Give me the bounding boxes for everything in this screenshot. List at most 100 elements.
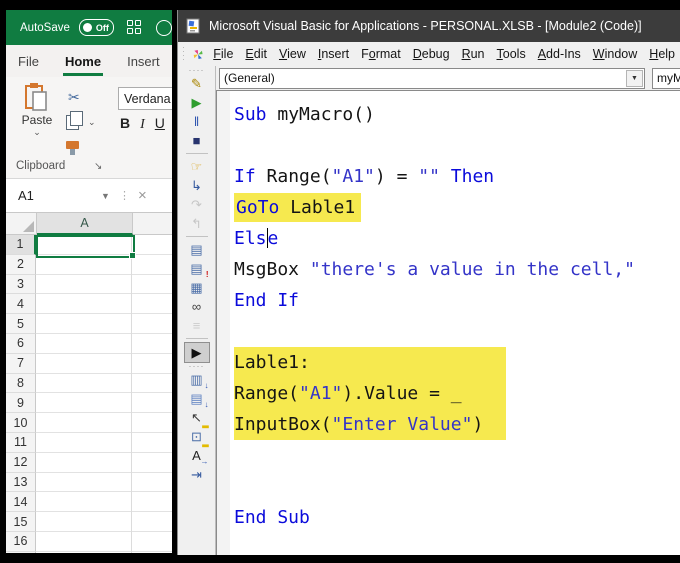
italic-button[interactable]: I xyxy=(140,117,145,133)
code-line[interactable]: End If xyxy=(234,285,680,316)
immediate-window-icon[interactable]: ▤! xyxy=(185,259,209,278)
menu-help[interactable]: Help xyxy=(643,45,680,63)
row-header-12[interactable]: 12 xyxy=(6,453,36,473)
code-line[interactable]: Range("A1").Value = _ xyxy=(234,378,680,409)
view-host-app-icon[interactable] xyxy=(193,47,203,62)
menu-tools[interactable]: Tools xyxy=(491,45,532,63)
grid-row[interactable] xyxy=(36,334,172,354)
toggle-breakpoint-icon[interactable]: ☞ xyxy=(185,157,209,176)
apps-grid-icon[interactable] xyxy=(127,20,141,35)
vba-titlebar[interactable]: Microsoft Visual Basic for Applications … xyxy=(178,10,680,42)
autosave-toggle[interactable]: Off xyxy=(79,19,114,36)
bold-button[interactable]: B xyxy=(120,115,130,131)
name-box-dropdown-icon[interactable]: ▼ xyxy=(101,191,110,201)
fill-handle[interactable] xyxy=(129,252,136,259)
underline-button[interactable]: U xyxy=(155,115,165,131)
watch-window-icon[interactable]: ▦ xyxy=(185,278,209,297)
code-line[interactable]: End Sub xyxy=(234,502,680,533)
row-header-6[interactable]: 6 xyxy=(6,334,36,354)
code-line[interactable] xyxy=(234,471,680,502)
grid-row[interactable] xyxy=(36,294,172,314)
code-line[interactable] xyxy=(234,440,680,471)
code-editor[interactable]: Sub myMacro() If Range("A1") = "" ThenGo… xyxy=(216,90,680,555)
menu-add-ins[interactable]: Add-Ins xyxy=(532,45,587,63)
tab-file[interactable]: File xyxy=(18,54,39,69)
dropdown-arrow-icon[interactable]: ▼ xyxy=(626,70,643,87)
project-explorer-icon[interactable]: ▥↓ xyxy=(185,370,209,389)
code-line[interactable]: Lable1: xyxy=(234,347,680,378)
grid-row[interactable] xyxy=(36,532,172,552)
code-editor-lines[interactable]: Sub myMacro() If Range("A1") = "" ThenGo… xyxy=(230,91,680,555)
menu-file[interactable]: File xyxy=(207,45,239,63)
row-header-4[interactable]: 4 xyxy=(6,294,36,314)
margin-indicator-bar[interactable] xyxy=(217,91,230,555)
divider-dots-icon[interactable]: ⋮ xyxy=(119,189,130,202)
menu-run[interactable]: Run xyxy=(456,45,491,63)
toolbar-options-icon[interactable]: ▶ xyxy=(184,342,210,363)
menu-view[interactable]: View xyxy=(273,45,312,63)
tab-home[interactable]: Home xyxy=(65,54,101,69)
indent-icon[interactable]: ⇥ xyxy=(185,465,209,484)
reset-icon[interactable]: ■ xyxy=(185,131,209,150)
break-icon[interactable]: ‖ xyxy=(185,112,209,131)
toolbar-grip-icon[interactable]: ···· xyxy=(189,363,205,370)
select-all-corner[interactable] xyxy=(6,213,37,235)
undo-icon[interactable] xyxy=(156,20,172,36)
cancel-icon[interactable]: × xyxy=(138,187,147,204)
toolbox-icon[interactable]: ↖▂ xyxy=(185,408,209,427)
grid-row[interactable] xyxy=(36,374,172,394)
grid-row[interactable] xyxy=(36,413,172,433)
paste-button[interactable]: Paste ⌄ xyxy=(16,83,58,138)
menu-window[interactable]: Window xyxy=(587,45,643,63)
step-out-icon[interactable]: ↰ xyxy=(185,214,209,233)
row-header-3[interactable]: 3 xyxy=(6,275,36,295)
copy-icon[interactable] xyxy=(66,115,79,130)
grid-row[interactable] xyxy=(36,393,172,413)
row-header-7[interactable]: 7 xyxy=(6,354,36,374)
row-header-1[interactable]: 1 xyxy=(6,235,36,255)
menu-insert[interactable]: Insert xyxy=(312,45,355,63)
code-line[interactable]: MsgBox "there's a value in the cell," xyxy=(234,254,680,285)
grid-row[interactable] xyxy=(36,433,172,453)
column-header-a[interactable]: A xyxy=(37,213,133,235)
name-box[interactable]: A1 xyxy=(6,188,34,203)
code-line[interactable]: GoTo Lable1 xyxy=(234,192,680,223)
row-header-2[interactable]: 2 xyxy=(6,255,36,275)
row-header-10[interactable]: 10 xyxy=(6,413,36,433)
row-header-17[interactable]: 17 xyxy=(6,552,36,553)
row-header-9[interactable]: 9 xyxy=(6,393,36,413)
call-stack-icon[interactable]: ≡ xyxy=(185,316,209,335)
code-line[interactable]: InputBox("Enter Value") xyxy=(234,409,680,440)
row-header-14[interactable]: 14 xyxy=(6,492,36,512)
cells-area[interactable] xyxy=(36,235,172,553)
dialog-launcher-icon[interactable]: ↘ xyxy=(94,161,102,172)
design-mode-icon[interactable]: ✎ xyxy=(185,74,209,93)
grid-row[interactable] xyxy=(36,473,172,493)
grid-row[interactable] xyxy=(36,512,172,532)
tab-insert[interactable]: Insert xyxy=(127,54,160,69)
row-header-16[interactable]: 16 xyxy=(6,532,36,552)
properties-window-icon[interactable]: ▤↓ xyxy=(185,389,209,408)
menu-format[interactable]: Format xyxy=(355,45,407,63)
row-header-5[interactable]: 5 xyxy=(6,314,36,334)
menu-debug[interactable]: Debug xyxy=(407,45,456,63)
code-line[interactable]: If Range("A1") = "" Then xyxy=(234,161,680,192)
object-browser-icon[interactable]: ⊡▂ xyxy=(185,427,209,446)
quick-watch-icon[interactable]: ∞ xyxy=(185,297,209,316)
run-icon[interactable]: ▶ xyxy=(185,93,209,112)
object-dropdown[interactable]: (General) ▼ xyxy=(219,68,645,89)
code-line[interactable]: Sub myMacro() xyxy=(234,99,680,130)
code-line[interactable] xyxy=(234,316,680,347)
code-line[interactable]: Else xyxy=(234,223,680,254)
selected-cell-a1[interactable] xyxy=(36,235,135,258)
grid-row[interactable] xyxy=(36,453,172,473)
row-header-8[interactable]: 8 xyxy=(6,374,36,394)
code-line[interactable] xyxy=(234,130,680,161)
grid-row[interactable] xyxy=(36,354,172,374)
complete-word-icon[interactable]: A→ xyxy=(185,446,209,465)
grid-row[interactable] xyxy=(36,492,172,512)
font-name-select[interactable]: Verdana xyxy=(118,87,172,110)
row-header-13[interactable]: 13 xyxy=(6,473,36,493)
format-painter-icon[interactable] xyxy=(66,141,79,149)
procedure-dropdown[interactable]: myMacro xyxy=(652,68,680,89)
